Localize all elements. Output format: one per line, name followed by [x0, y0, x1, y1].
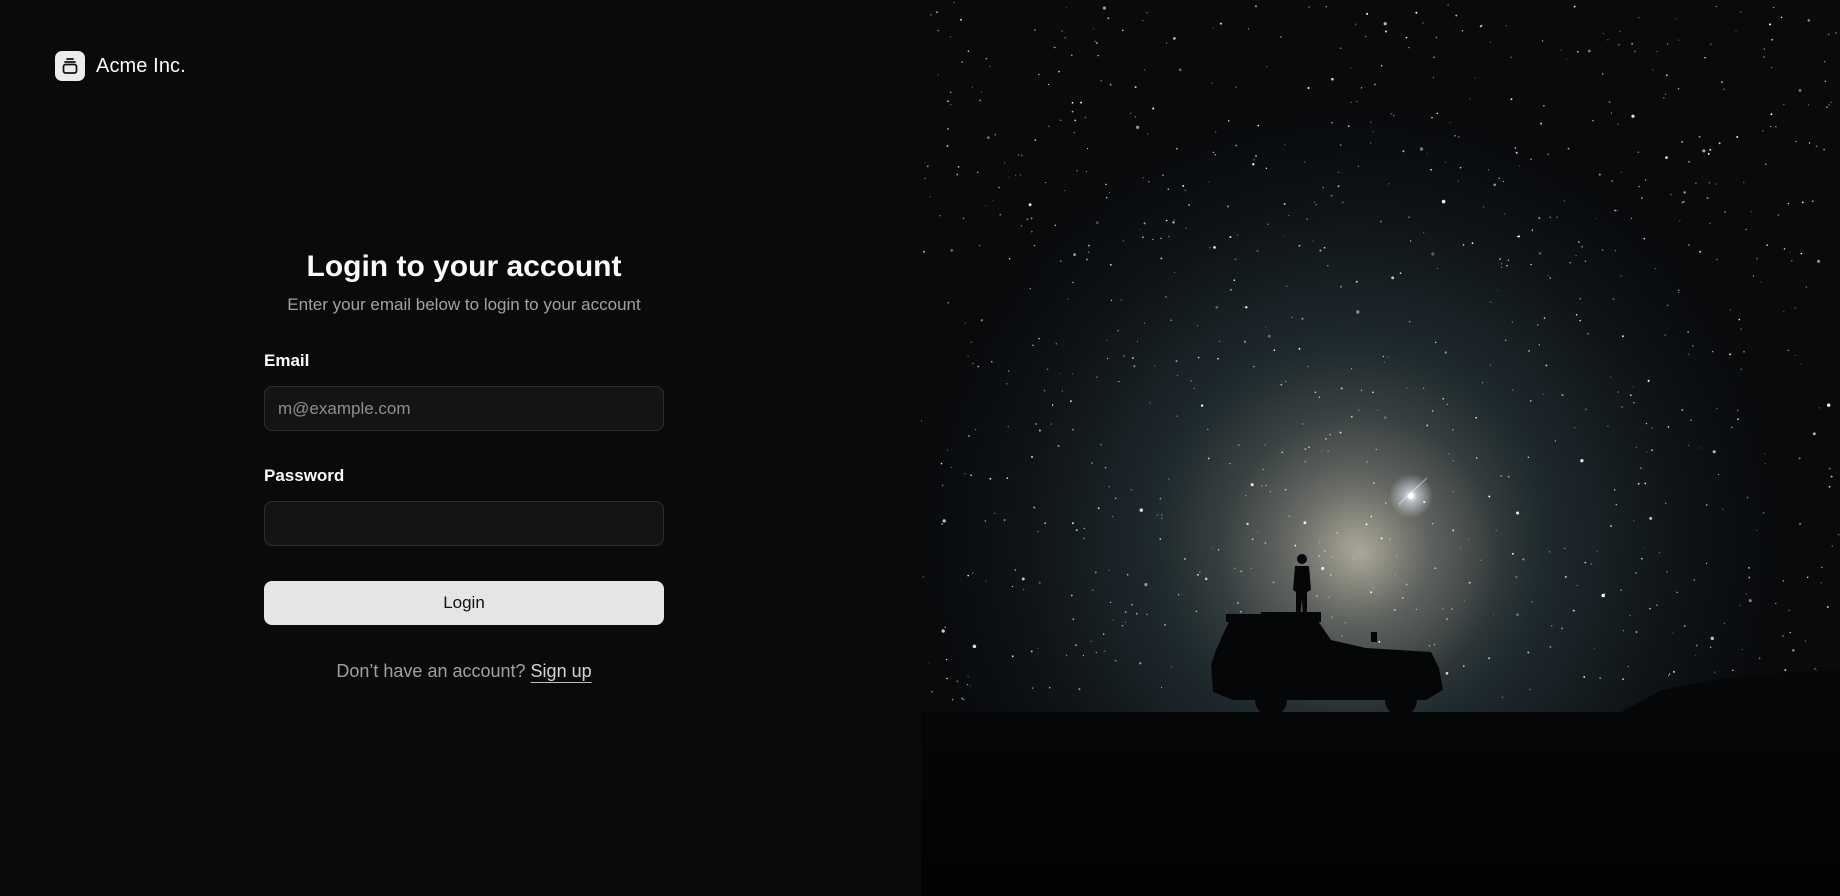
password-label: Password [264, 466, 345, 485]
login-title: Login to your account [306, 250, 622, 283]
login-panel: Acme Inc. Login to your account Enter yo… [0, 0, 921, 896]
brand[interactable]: Acme Inc. [55, 51, 186, 81]
login-form: Login to your account Enter your email b… [264, 246, 664, 682]
email-label: Email [264, 351, 310, 370]
login-button[interactable]: Login [264, 581, 664, 625]
signup-prompt: Don’t have an account? [336, 661, 526, 681]
brand-name: Acme Inc. [96, 54, 186, 77]
hero-image [921, 0, 1840, 896]
signup-link[interactable]: Sign up [531, 661, 592, 681]
login-subtitle: Enter your email below to login to your … [287, 295, 641, 314]
email-field[interactable] [264, 386, 664, 431]
signup-row: Don’t have an account? Sign up [264, 661, 664, 682]
password-field[interactable] [264, 501, 664, 546]
gallery-stack-icon [55, 51, 85, 81]
login-page: Acme Inc. Login to your account Enter yo… [0, 0, 1840, 896]
night-sky-image [921, 0, 1840, 896]
